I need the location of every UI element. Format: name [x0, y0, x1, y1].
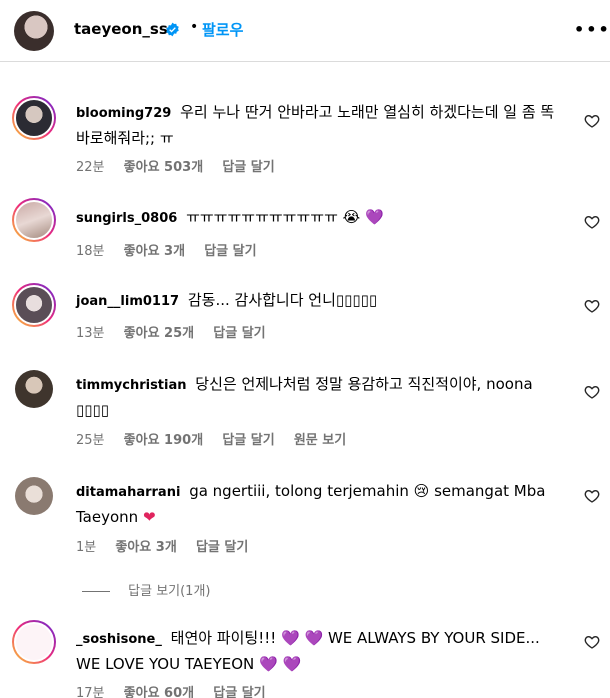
like-heart-icon[interactable]	[584, 113, 600, 129]
comment-time: 13분	[76, 326, 105, 341]
comment-avatar[interactable]	[12, 620, 56, 664]
comment-time: 22분	[76, 160, 105, 175]
comment-likes[interactable]: 좋아요 190개	[124, 433, 204, 448]
comment-likes[interactable]: 좋아요 3개	[124, 244, 185, 259]
reply-button[interactable]: 답글 달기	[213, 326, 265, 341]
crying-emoji: 😭	[342, 208, 361, 226]
purple-heart-emoji: 💜	[364, 208, 384, 226]
comment-avatar[interactable]	[12, 198, 56, 242]
comment-likes[interactable]: 좋아요 60개	[124, 686, 194, 698]
comment-username[interactable]: ditamaharrani	[76, 485, 180, 500]
comment-username[interactable]: timmychristian	[76, 378, 187, 393]
comment-username[interactable]: sungirls_0806	[76, 211, 177, 226]
see-original-button[interactable]: 원문 보기	[294, 433, 346, 448]
comment-text: 감동... 감사합니다 언니▯▯▯▯▯	[187, 291, 378, 309]
reply-button[interactable]: 답글 달기	[222, 433, 274, 448]
comment-time: 25분	[76, 433, 105, 448]
comment-username[interactable]: blooming729	[76, 106, 171, 121]
more-options-icon[interactable]: •••	[574, 20, 610, 39]
comment-likes[interactable]: 좋아요 25개	[124, 326, 194, 341]
reply-button[interactable]: 답글 달기	[222, 160, 274, 175]
like-heart-icon[interactable]	[584, 488, 600, 504]
separator-dot: •	[190, 19, 199, 35]
comment-time: 17분	[76, 686, 105, 698]
view-replies-label: 답글 보기(1개)	[128, 584, 211, 599]
comment-time: 18분	[76, 244, 105, 259]
profile-username[interactable]: taeyeon_ss	[74, 20, 168, 38]
like-heart-icon[interactable]	[584, 634, 600, 650]
follow-button[interactable]: 팔로우	[202, 19, 243, 40]
reply-button[interactable]: 답글 달기	[204, 244, 256, 259]
purple-heart-emoji: 💜 💜	[259, 655, 302, 673]
sad-emoji: 😢	[413, 482, 430, 500]
comment-time: 1분	[76, 540, 97, 555]
purple-heart-emoji: 💜 💜	[281, 629, 324, 647]
comment-text: ga ngertiii, tolong terjemahin	[189, 482, 409, 500]
comment-likes[interactable]: 좋아요 503개	[124, 160, 204, 175]
comment-avatar[interactable]	[12, 283, 56, 327]
comment-avatar[interactable]	[15, 477, 53, 515]
like-heart-icon[interactable]	[584, 214, 600, 230]
profile-avatar[interactable]	[14, 11, 54, 51]
comment-likes[interactable]: 좋아요 3개	[115, 540, 176, 555]
like-heart-icon[interactable]	[584, 298, 600, 314]
red-heart-emoji: ❤	[142, 508, 156, 526]
comment-text: ㅠㅠㅠㅠㅠㅠㅠㅠㅠㅠㅠ	[186, 208, 338, 226]
view-replies-button[interactable]: 답글 보기(1개)	[82, 580, 211, 599]
comment-avatar[interactable]	[15, 370, 53, 408]
post-header: taeyeon_ss • 팔로우 •••	[0, 0, 610, 62]
comment-text: 태연아 파이팅!!!	[170, 629, 282, 647]
replies-divider	[82, 591, 110, 592]
comment-username[interactable]: _soshisone_	[76, 632, 162, 647]
comment-avatar[interactable]	[12, 96, 56, 140]
verified-badge-icon	[166, 22, 179, 37]
reply-button[interactable]: 답글 달기	[196, 540, 248, 555]
comment-username[interactable]: joan__lim0117	[76, 294, 179, 309]
like-heart-icon[interactable]	[584, 384, 600, 400]
reply-button[interactable]: 답글 달기	[213, 686, 265, 698]
